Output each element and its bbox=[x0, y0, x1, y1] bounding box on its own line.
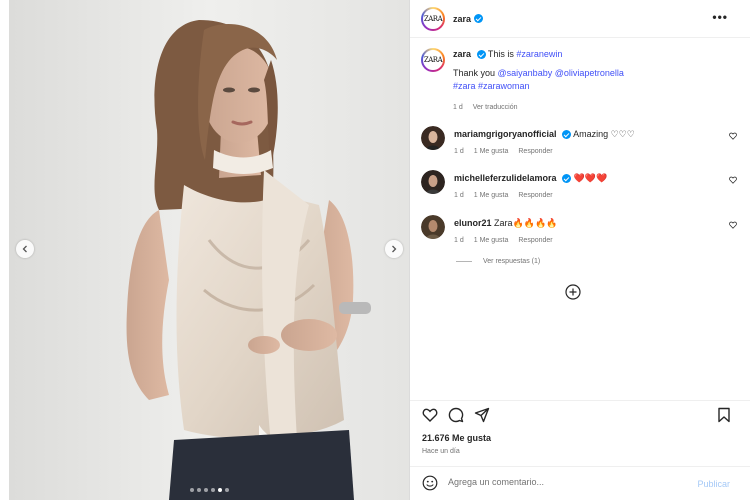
comment-item: elunor21 Zara🔥🔥🔥🔥 1 d 1 Me gusta Respond… bbox=[421, 215, 741, 247]
comment-text: Zara🔥🔥🔥🔥 bbox=[494, 218, 558, 228]
comment-input[interactable] bbox=[448, 477, 668, 487]
post-photo bbox=[9, 0, 409, 500]
action-bar bbox=[410, 400, 750, 430]
comment-username[interactable]: michelleferzulidelamora bbox=[454, 173, 557, 183]
mention-link[interactable]: @saiyanbaby bbox=[498, 68, 553, 78]
share-icon[interactable] bbox=[474, 407, 490, 423]
comment-age: 1 d bbox=[454, 237, 464, 244]
verified-badge-icon bbox=[562, 174, 572, 184]
comment-age: 1 d bbox=[454, 148, 464, 155]
mention-link[interactable]: @oliviapetronella bbox=[555, 68, 624, 78]
slide-dot bbox=[224, 488, 229, 492]
comment-hearts: ❤️❤️❤️ bbox=[573, 173, 608, 183]
slide-dot bbox=[196, 488, 201, 492]
comment-icon[interactable] bbox=[448, 407, 464, 423]
caption-line2: Thank you bbox=[453, 68, 498, 78]
slide-dot bbox=[203, 488, 208, 492]
like-comment-icon[interactable] bbox=[729, 176, 737, 184]
view-replies-label: Ver respuestas (1) bbox=[483, 258, 541, 265]
post-caption: ZARA zara This is #zaranewin Thank you @… bbox=[421, 48, 731, 114]
slide-dot bbox=[210, 488, 215, 492]
caption-text: zara This is #zaranewin Thank you @saiya… bbox=[453, 48, 624, 114]
reply-button[interactable]: Responder bbox=[518, 190, 552, 202]
emoji-icon[interactable] bbox=[422, 475, 438, 491]
comment-likes[interactable]: 1 Me gusta bbox=[474, 190, 509, 202]
caption-author[interactable]: zara bbox=[453, 49, 471, 59]
comment-text: Amazing ♡♡♡ bbox=[573, 129, 635, 139]
slide-dot bbox=[217, 488, 222, 492]
hashtag-link[interactable]: #zaranewin bbox=[516, 49, 562, 59]
verified-badge-icon bbox=[476, 50, 486, 60]
post-media[interactable] bbox=[9, 0, 409, 500]
comment-item: michelleferzulidelamora ❤️❤️❤️ 1 d 1 Me … bbox=[421, 170, 741, 202]
next-slide-button[interactable] bbox=[385, 240, 403, 258]
publish-button[interactable]: Publicar bbox=[697, 479, 730, 489]
post-details: ZARA zara ••• ZARA zara This is #zaranew… bbox=[409, 0, 750, 500]
replies-divider bbox=[456, 261, 472, 262]
caption-author-avatar[interactable]: ZARA bbox=[421, 48, 445, 72]
author-avatar[interactable]: ZARA bbox=[421, 6, 445, 31]
zara-logo: ZARA bbox=[423, 8, 443, 29]
comment-username[interactable]: mariamgrigoryanofficial bbox=[454, 129, 557, 139]
commenter-avatar[interactable] bbox=[421, 170, 445, 194]
like-comment-icon[interactable] bbox=[729, 132, 737, 140]
commenter-avatar[interactable] bbox=[421, 215, 445, 239]
comment-item: mariamgrigoryanofficial Amazing ♡♡♡ 1 d … bbox=[421, 126, 741, 158]
comment-username[interactable]: elunor21 bbox=[454, 218, 492, 228]
caption-age: 1 d bbox=[453, 104, 463, 111]
verified-badge-icon bbox=[474, 14, 484, 23]
see-translation-link[interactable]: Ver traducción bbox=[473, 101, 518, 114]
reply-button[interactable]: Responder bbox=[518, 235, 552, 247]
verified-badge-icon bbox=[562, 130, 572, 140]
comment-likes[interactable]: 1 Me gusta bbox=[474, 146, 509, 158]
likes-count[interactable]: 21.676 Me gusta bbox=[422, 433, 491, 443]
more-options-icon[interactable]: ••• bbox=[712, 11, 728, 23]
comment-likes[interactable]: 1 Me gusta bbox=[474, 235, 509, 247]
slide-dot bbox=[189, 488, 194, 492]
chevron-left-icon bbox=[22, 245, 27, 253]
hashtag-link[interactable]: #zara bbox=[453, 81, 476, 91]
commenter-avatar[interactable] bbox=[421, 126, 445, 150]
like-icon[interactable] bbox=[422, 407, 438, 423]
chevron-right-icon bbox=[392, 245, 397, 253]
zara-logo: ZARA bbox=[423, 50, 443, 70]
slide-indicator bbox=[9, 488, 409, 492]
view-replies-button[interactable]: Ver respuestas (1) bbox=[456, 258, 540, 265]
previous-slide-button[interactable] bbox=[16, 240, 34, 258]
reply-button[interactable]: Responder bbox=[518, 146, 552, 158]
hashtag-link[interactable]: #zarawoman bbox=[478, 81, 530, 91]
post-timestamp: Hace un día bbox=[422, 448, 460, 455]
load-more-comments-icon[interactable] bbox=[565, 284, 581, 300]
author-username[interactable]: zara bbox=[453, 14, 471, 24]
comment-age: 1 d bbox=[454, 192, 464, 199]
like-comment-icon[interactable] bbox=[729, 221, 737, 229]
save-icon[interactable] bbox=[716, 407, 732, 423]
caption-line1: This is bbox=[487, 49, 517, 59]
comment-composer: Publicar bbox=[410, 466, 750, 500]
post-header: ZARA zara ••• bbox=[410, 0, 750, 38]
